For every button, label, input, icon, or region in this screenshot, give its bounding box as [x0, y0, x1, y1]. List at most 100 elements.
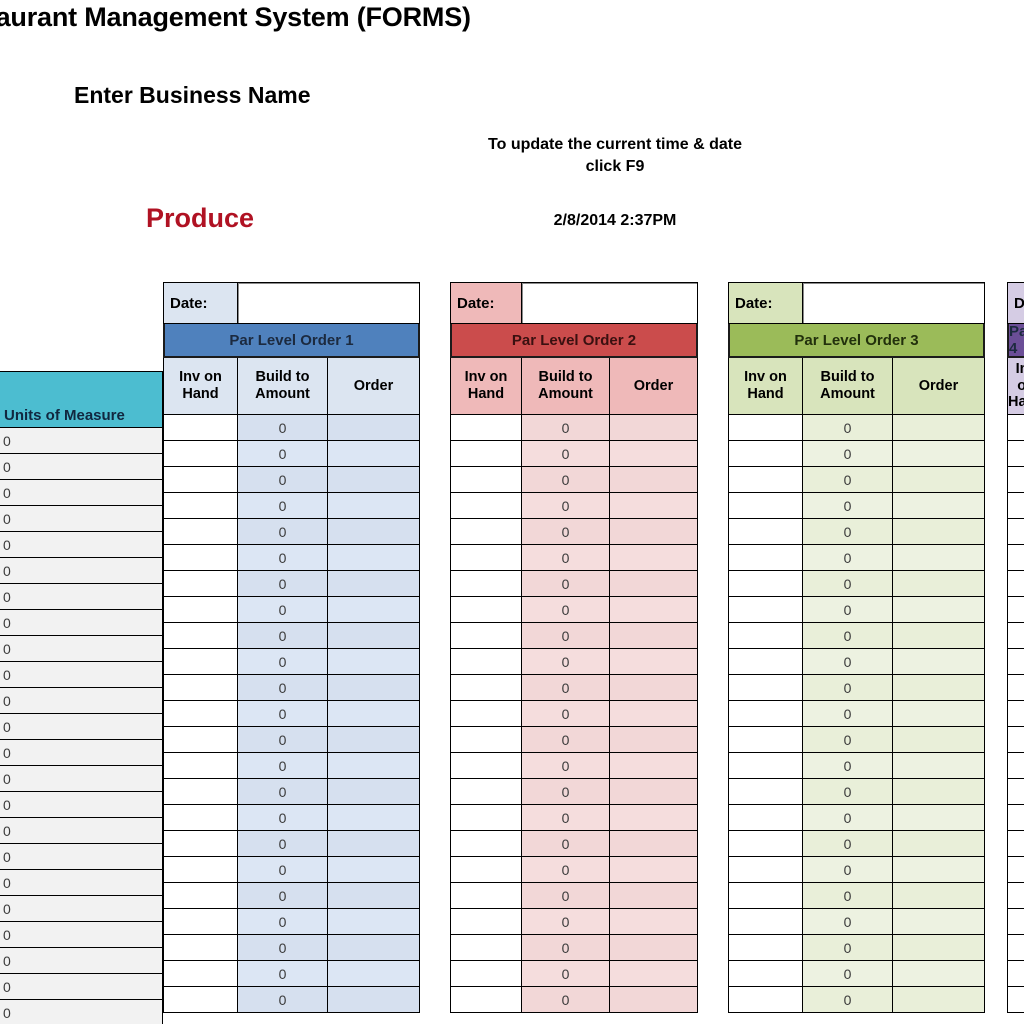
cell-build-to-amount[interactable]: 0: [238, 727, 328, 753]
cell-build-to-amount[interactable]: 0: [522, 753, 610, 779]
cell-inv-on-hand[interactable]: [163, 675, 238, 701]
cell-order[interactable]: [610, 961, 698, 987]
cell-inv-on-hand[interactable]: [1007, 909, 1024, 935]
cell-build-to-amount[interactable]: 0: [522, 649, 610, 675]
cell-order[interactable]: [328, 519, 420, 545]
units-of-measure-cell[interactable]: 0: [0, 948, 163, 974]
cell-inv-on-hand[interactable]: [1007, 805, 1024, 831]
cell-build-to-amount[interactable]: 0: [522, 675, 610, 701]
cell-inv-on-hand[interactable]: [163, 649, 238, 675]
cell-inv-on-hand[interactable]: [728, 649, 803, 675]
cell-order[interactable]: [610, 519, 698, 545]
cell-inv-on-hand[interactable]: [163, 779, 238, 805]
cell-inv-on-hand[interactable]: [450, 701, 522, 727]
cell-build-to-amount[interactable]: 0: [238, 779, 328, 805]
cell-order[interactable]: [610, 649, 698, 675]
cell-inv-on-hand[interactable]: [450, 727, 522, 753]
units-of-measure-cell[interactable]: 0: [0, 662, 163, 688]
cell-order[interactable]: [328, 467, 420, 493]
cell-order[interactable]: [893, 493, 985, 519]
cell-inv-on-hand[interactable]: [728, 571, 803, 597]
cell-order[interactable]: [328, 441, 420, 467]
cell-order[interactable]: [328, 545, 420, 571]
cell-build-to-amount[interactable]: 0: [238, 805, 328, 831]
cell-order[interactable]: [328, 649, 420, 675]
cell-inv-on-hand[interactable]: [450, 831, 522, 857]
cell-order[interactable]: [328, 831, 420, 857]
units-of-measure-cell[interactable]: 0: [0, 610, 163, 636]
cell-build-to-amount[interactable]: 0: [803, 649, 893, 675]
cell-inv-on-hand[interactable]: [728, 675, 803, 701]
cell-inv-on-hand[interactable]: [728, 441, 803, 467]
cell-inv-on-hand[interactable]: [163, 883, 238, 909]
units-of-measure-cell[interactable]: 0: [0, 584, 163, 610]
cell-build-to-amount[interactable]: 0: [522, 493, 610, 519]
cell-build-to-amount[interactable]: 0: [522, 623, 610, 649]
cell-order[interactable]: [610, 545, 698, 571]
cell-inv-on-hand[interactable]: [1007, 415, 1024, 441]
cell-order[interactable]: [328, 727, 420, 753]
cell-inv-on-hand[interactable]: [728, 493, 803, 519]
cell-inv-on-hand[interactable]: [163, 493, 238, 519]
cell-inv-on-hand[interactable]: [1007, 441, 1024, 467]
cell-build-to-amount[interactable]: 0: [238, 415, 328, 441]
cell-build-to-amount[interactable]: 0: [522, 597, 610, 623]
cell-build-to-amount[interactable]: 0: [522, 987, 610, 1013]
cell-build-to-amount[interactable]: 0: [522, 441, 610, 467]
cell-build-to-amount[interactable]: 0: [803, 545, 893, 571]
cell-order[interactable]: [610, 805, 698, 831]
cell-inv-on-hand[interactable]: [728, 779, 803, 805]
cell-inv-on-hand[interactable]: [450, 961, 522, 987]
cell-inv-on-hand[interactable]: [163, 805, 238, 831]
cell-order[interactable]: [328, 909, 420, 935]
cell-build-to-amount[interactable]: 0: [238, 519, 328, 545]
cell-order[interactable]: [893, 649, 985, 675]
cell-order[interactable]: [328, 805, 420, 831]
cell-inv-on-hand[interactable]: [163, 961, 238, 987]
cell-order[interactable]: [893, 545, 985, 571]
cell-order[interactable]: [610, 779, 698, 805]
units-of-measure-cell[interactable]: 0: [0, 922, 163, 948]
cell-build-to-amount[interactable]: 0: [238, 597, 328, 623]
cell-build-to-amount[interactable]: 0: [238, 987, 328, 1013]
cell-inv-on-hand[interactable]: [1007, 467, 1024, 493]
cell-build-to-amount[interactable]: 0: [238, 545, 328, 571]
cell-build-to-amount[interactable]: 0: [238, 493, 328, 519]
cell-order[interactable]: [893, 597, 985, 623]
cell-build-to-amount[interactable]: 0: [238, 623, 328, 649]
cell-build-to-amount[interactable]: 0: [803, 571, 893, 597]
date-input[interactable]: [238, 282, 420, 324]
cell-inv-on-hand[interactable]: [1007, 727, 1024, 753]
cell-build-to-amount[interactable]: 0: [238, 857, 328, 883]
cell-order[interactable]: [893, 701, 985, 727]
cell-inv-on-hand[interactable]: [728, 961, 803, 987]
cell-build-to-amount[interactable]: 0: [238, 935, 328, 961]
cell-build-to-amount[interactable]: 0: [238, 701, 328, 727]
cell-inv-on-hand[interactable]: [1007, 623, 1024, 649]
cell-inv-on-hand[interactable]: [163, 415, 238, 441]
cell-order[interactable]: [610, 727, 698, 753]
cell-order[interactable]: [893, 571, 985, 597]
cell-order[interactable]: [328, 701, 420, 727]
cell-order[interactable]: [328, 987, 420, 1013]
cell-order[interactable]: [893, 805, 985, 831]
cell-order[interactable]: [328, 779, 420, 805]
units-of-measure-cell[interactable]: 0: [0, 532, 163, 558]
cell-order[interactable]: [893, 675, 985, 701]
cell-build-to-amount[interactable]: 0: [522, 415, 610, 441]
cell-inv-on-hand[interactable]: [450, 649, 522, 675]
cell-inv-on-hand[interactable]: [1007, 857, 1024, 883]
cell-build-to-amount[interactable]: 0: [238, 649, 328, 675]
cell-build-to-amount[interactable]: 0: [238, 441, 328, 467]
units-of-measure-cell[interactable]: 0: [0, 506, 163, 532]
cell-inv-on-hand[interactable]: [163, 727, 238, 753]
cell-order[interactable]: [610, 831, 698, 857]
cell-inv-on-hand[interactable]: [1007, 883, 1024, 909]
cell-build-to-amount[interactable]: 0: [803, 597, 893, 623]
cell-inv-on-hand[interactable]: [163, 545, 238, 571]
cell-order[interactable]: [893, 935, 985, 961]
cell-inv-on-hand[interactable]: [163, 519, 238, 545]
cell-order[interactable]: [328, 857, 420, 883]
cell-build-to-amount[interactable]: 0: [238, 909, 328, 935]
units-of-measure-cell[interactable]: 0: [0, 688, 163, 714]
